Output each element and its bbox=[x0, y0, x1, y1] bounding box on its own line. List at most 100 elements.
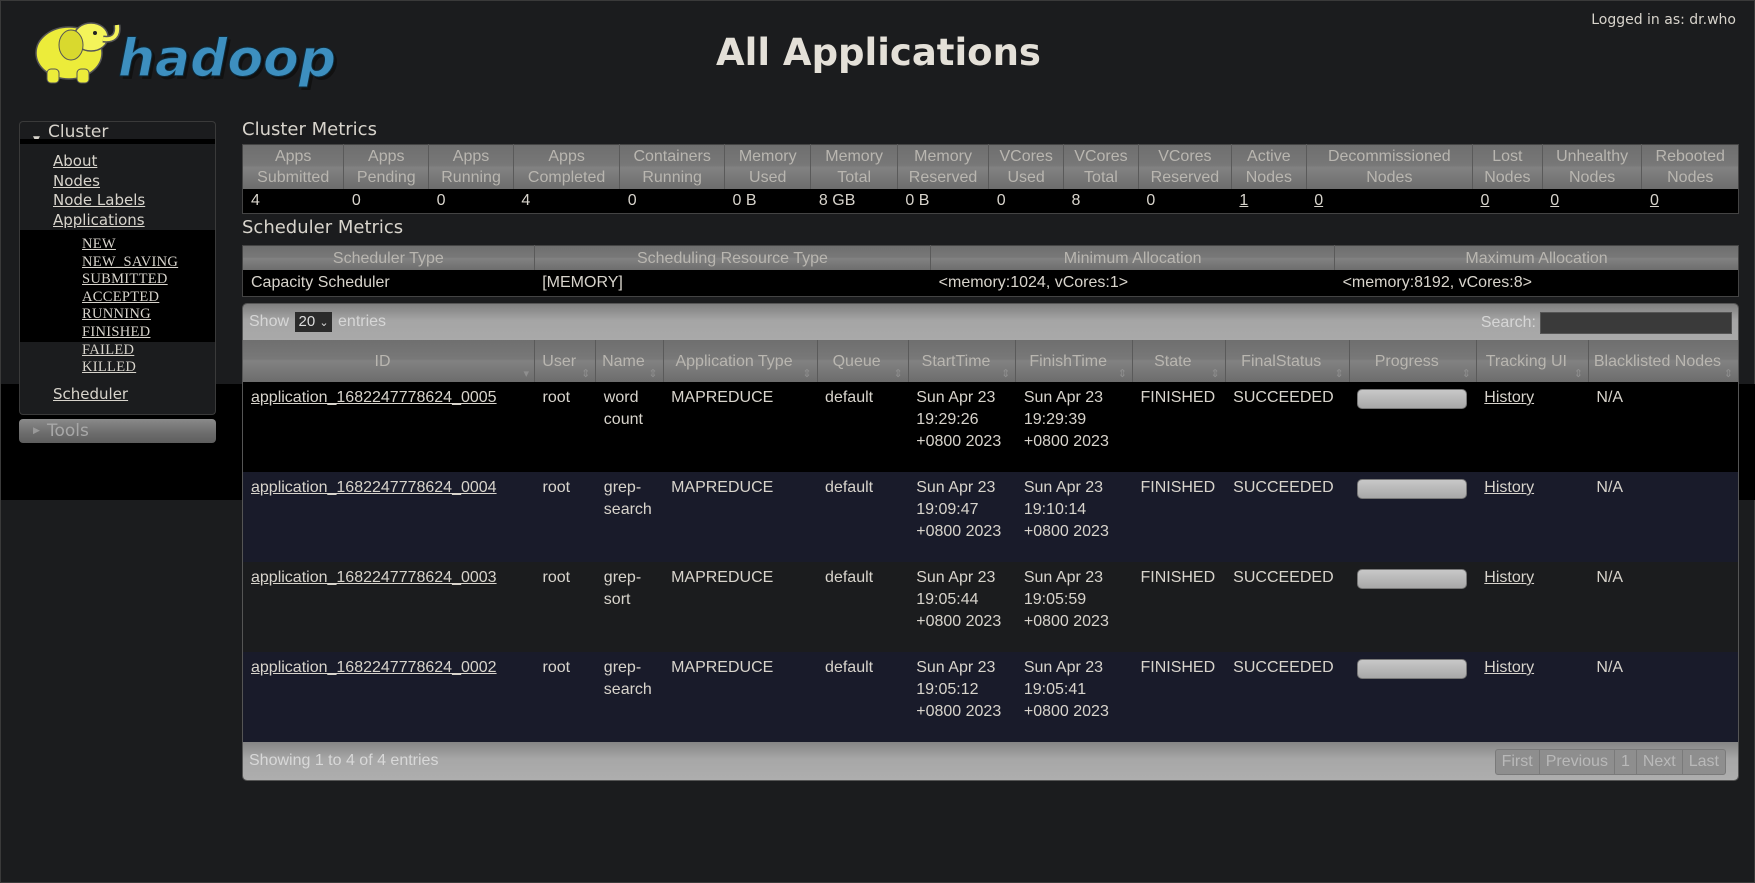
cluster-metric-value: 0 bbox=[1542, 189, 1642, 214]
cluster-metric-header: VCores Used bbox=[988, 144, 1064, 189]
header-line-2: Used bbox=[1007, 169, 1045, 186]
sched-min-value: <memory:1024, vCores:1> bbox=[930, 270, 1335, 297]
cell-state: FINISHED bbox=[1132, 652, 1226, 742]
application-id-link[interactable]: application_1682247778624_0005 bbox=[251, 389, 497, 406]
column-header-starttime[interactable]: StartTime ⇕ bbox=[907, 340, 1016, 382]
header-line-2: Nodes bbox=[1245, 169, 1292, 186]
cluster-metric-header: Lost Nodes bbox=[1471, 144, 1543, 189]
history-link[interactable]: History bbox=[1484, 569, 1534, 586]
app-state-new[interactable]: NEW bbox=[20, 236, 215, 254]
cell-finalstatus: SUCCEEDED bbox=[1225, 562, 1350, 652]
cell-user: root bbox=[534, 382, 596, 472]
column-header-finishtime[interactable]: FinishTime ⇕ bbox=[1015, 340, 1133, 382]
cluster-metric-header: Memory Total bbox=[810, 144, 898, 189]
history-link[interactable]: History bbox=[1484, 389, 1534, 406]
table-row: application_1682247778624_0002 root grep-s… bbox=[243, 652, 1738, 742]
app-state-finished[interactable]: FINISHED bbox=[20, 324, 215, 342]
pagination: First Previous 1 Next Last bbox=[1494, 749, 1726, 775]
column-header-label: FinishTime bbox=[1029, 352, 1107, 370]
cell-progress bbox=[1349, 652, 1477, 742]
sidebar-item-nodes[interactable]: Nodes bbox=[20, 172, 215, 192]
cluster-metric-link[interactable]: 1 bbox=[1239, 192, 1248, 209]
progress-bar bbox=[1357, 659, 1468, 679]
sort-both-icon: ⇕ bbox=[1723, 368, 1733, 380]
cluster-metric-header: Apps Pending bbox=[343, 144, 429, 189]
cell-application-type: MAPREDUCE bbox=[663, 382, 818, 472]
cluster-metric-value: 1 bbox=[1231, 189, 1307, 214]
sidebar-item-scheduler[interactable]: Scheduler bbox=[20, 385, 215, 405]
login-status: Logged in as: dr.who bbox=[1591, 12, 1736, 28]
cell-finalstatus: SUCCEEDED bbox=[1225, 382, 1350, 472]
cluster-metric-value: 0 bbox=[428, 189, 514, 214]
sidebar-item-node-labels[interactable]: Node Labels bbox=[20, 191, 215, 211]
app-state-submitted[interactable]: SUBMITTED bbox=[20, 271, 215, 289]
sched-header-resource: Scheduling Resource Type bbox=[533, 245, 931, 270]
apps-datatable: Show 20 ⌄ entries Search: ID ▾ User ⇕ Name ⇕ A… bbox=[242, 303, 1739, 781]
header-line-2: Completed bbox=[527, 169, 606, 186]
sidebar-item-applications[interactable]: Applications bbox=[20, 211, 215, 231]
datatable-toolbar: Show 20 ⌄ entries Search: bbox=[243, 304, 1738, 340]
header-line-1: Apps bbox=[452, 148, 490, 165]
pager-previous-button[interactable]: Previous bbox=[1538, 750, 1614, 774]
column-header-state[interactable]: State ⇕ bbox=[1131, 340, 1226, 382]
cluster-accordion-body: About Nodes Node Labels Applications NEW… bbox=[19, 144, 216, 416]
chevron-down-icon: ⌄ bbox=[319, 317, 329, 329]
cell-finishtime: Sun Apr 23 19:05:41 +0800 2023 bbox=[1015, 652, 1133, 742]
search-control: Search: bbox=[1481, 312, 1732, 334]
pager-first-button[interactable]: First bbox=[1496, 750, 1539, 774]
cell-finalstatus: SUCCEEDED bbox=[1225, 472, 1350, 562]
sched-header-type: Scheduler Type bbox=[242, 245, 535, 270]
sched-header-max: Maximum Allocation bbox=[1334, 245, 1739, 270]
app-states-list: NEW NEW_SAVING SUBMITTED ACCEPTED RUNNIN… bbox=[20, 230, 215, 342]
sort-both-icon: ⇕ bbox=[893, 368, 903, 380]
app-state-killed[interactable]: KILLED bbox=[20, 359, 215, 377]
cell-starttime: Sun Apr 23 19:05:12 +0800 2023 bbox=[908, 652, 1016, 742]
app-state-running[interactable]: RUNNING bbox=[20, 306, 215, 324]
column-header-tracking-ui[interactable]: Tracking UI ⇕ bbox=[1475, 340, 1589, 382]
page-length-select[interactable]: 20 ⌄ bbox=[295, 312, 332, 332]
column-header-finalstatus[interactable]: FinalStatus ⇕ bbox=[1224, 340, 1350, 382]
column-header-label: Progress bbox=[1374, 352, 1439, 370]
header-line-1: VCores bbox=[999, 148, 1053, 165]
cluster-metric-header: Apps Running bbox=[428, 144, 514, 189]
cell-id: application_1682247778624_0003 bbox=[243, 562, 535, 652]
application-id-link[interactable]: application_1682247778624_0004 bbox=[251, 479, 497, 496]
history-link[interactable]: History bbox=[1484, 479, 1534, 496]
header-line-1: VCores bbox=[1074, 148, 1128, 165]
column-header-progress[interactable]: Progress ⇕ bbox=[1348, 340, 1477, 382]
application-id-link[interactable]: application_1682247778624_0002 bbox=[251, 659, 497, 676]
cluster-metric-header: Containers Running bbox=[619, 144, 725, 189]
app-states-list-continued: FAILED KILLED bbox=[20, 342, 215, 385]
cluster-metric-value: 0 bbox=[988, 189, 1064, 214]
application-id-link[interactable]: application_1682247778624_0003 bbox=[251, 569, 497, 586]
cluster-metric-link[interactable]: 0 bbox=[1650, 192, 1659, 209]
pager-1-button[interactable]: 1 bbox=[1613, 750, 1636, 774]
tools-accordion-header[interactable]: ▶ Tools bbox=[19, 419, 216, 444]
show-label: Show bbox=[249, 313, 290, 330]
header-line-2: Reserved bbox=[1150, 169, 1220, 186]
column-header-blacklisted-nodes[interactable]: Blacklisted Nodes ⇕ bbox=[1587, 340, 1738, 382]
app-state-accepted[interactable]: ACCEPTED bbox=[20, 289, 215, 307]
search-input[interactable] bbox=[1540, 312, 1732, 334]
app-state-new-saving[interactable]: NEW_SAVING bbox=[20, 254, 215, 272]
cluster-metric-header: Memory Used bbox=[723, 144, 811, 189]
pager-last-button[interactable]: Last bbox=[1681, 750, 1725, 774]
cluster-accordion-header[interactable]: ▼ Cluster bbox=[19, 121, 216, 145]
cluster-metric-header: Rebooted Nodes bbox=[1641, 144, 1739, 189]
column-header-id[interactable]: ID ▾ bbox=[243, 340, 535, 382]
page-length-value: 20 bbox=[298, 313, 316, 330]
pager-next-button[interactable]: Next bbox=[1635, 750, 1682, 774]
column-header-user[interactable]: User ⇕ bbox=[534, 340, 596, 382]
column-header-application-type[interactable]: Application Type ⇕ bbox=[662, 340, 818, 382]
column-header-name[interactable]: Name ⇕ bbox=[595, 340, 664, 382]
header-line-1: Apps bbox=[368, 148, 405, 165]
sidebar-item-about[interactable]: About bbox=[20, 152, 215, 172]
cluster-metric-link[interactable]: 0 bbox=[1314, 192, 1323, 209]
column-header-queue[interactable]: Queue ⇕ bbox=[816, 340, 909, 382]
app-state-failed[interactable]: FAILED bbox=[20, 342, 215, 360]
history-link[interactable]: History bbox=[1484, 659, 1534, 676]
cluster-metric-link[interactable]: 0 bbox=[1480, 192, 1489, 209]
cell-user: root bbox=[534, 472, 596, 562]
cell-application-type: MAPREDUCE bbox=[663, 472, 818, 562]
cluster-metric-link[interactable]: 0 bbox=[1550, 192, 1559, 209]
